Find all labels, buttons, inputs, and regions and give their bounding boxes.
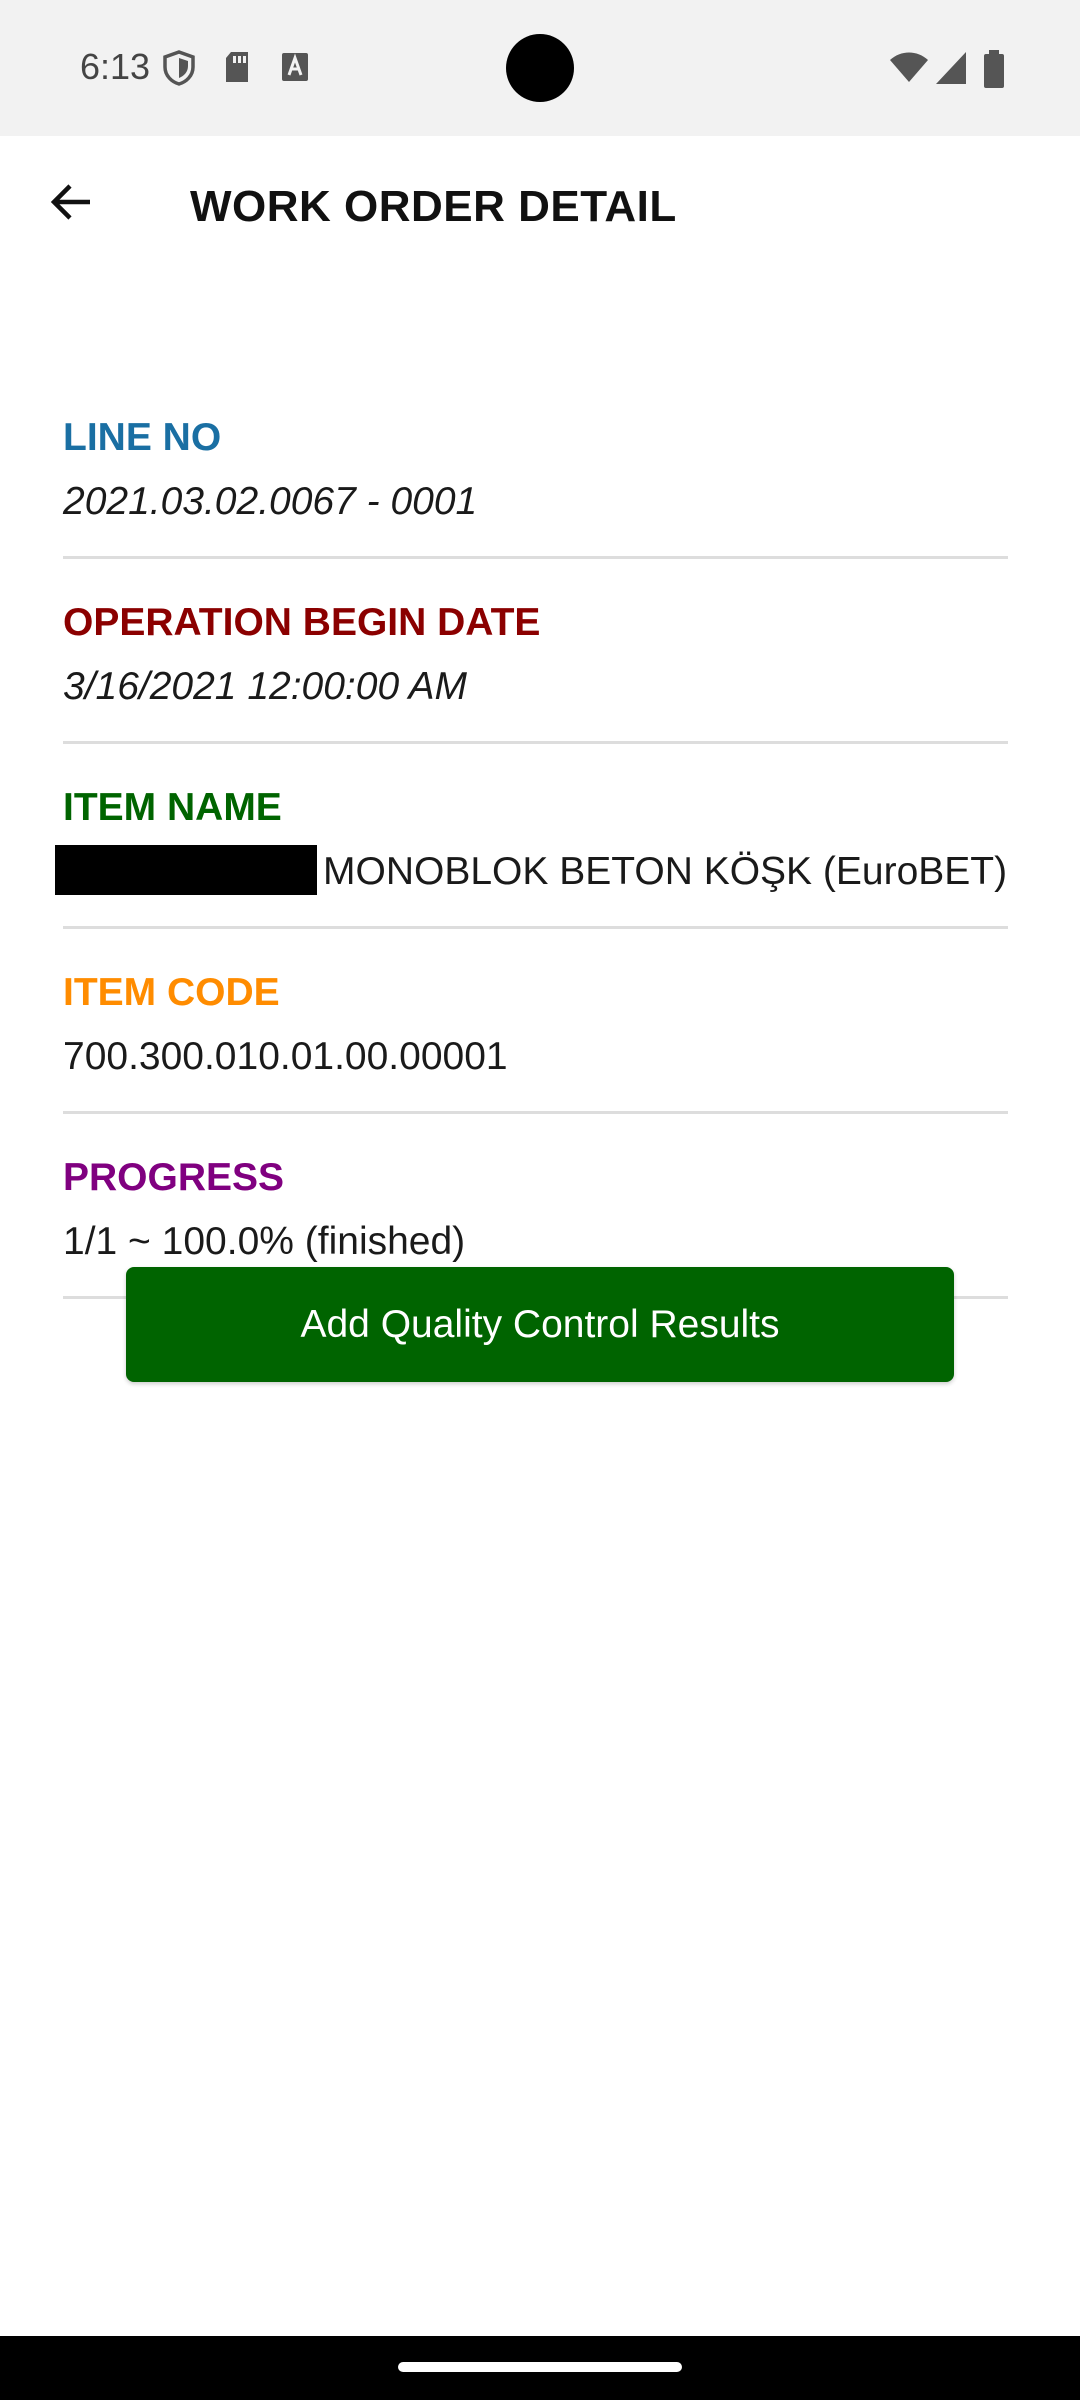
app-bar: WORK ORDER DETAIL [0,136,1080,284]
field-item-name: ITEM NAME MONOBLOK BETON KÖŞK (EuroBET) [55,772,1008,929]
field-line-no: LINE NO 2021.03.02.0067 - 0001 [63,402,1008,559]
redacted-block [55,844,317,895]
page-title: WORK ORDER DETAIL [190,182,677,231]
sd-card-icon [222,50,256,86]
home-gesture-handle[interactable] [398,2362,682,2372]
line-no-label: LINE NO [63,416,222,459]
status-bar: 6:13 [0,0,1080,136]
battery-icon [982,50,1006,88]
item-code-value: 700.300.010.01.00.00001 [63,1035,508,1078]
progress-value: 1/1 ~ 100.0% (finished) [63,1220,466,1263]
shield-icon [162,50,196,86]
navigation-bar [0,2336,1080,2400]
field-item-code: ITEM CODE 700.300.010.01.00.00001 [63,957,1008,1114]
item-name-row: MONOBLOK BETON KÖŞK (EuroBET) [55,844,1008,900]
status-time: 6:13 [80,46,151,87]
item-code-label: ITEM CODE [63,971,280,1014]
operation-begin-date-value: 3/16/2021 12:00:00 AM [63,665,468,708]
progress-label: PROGRESS [63,1156,285,1199]
line-no-value: 2021.03.02.0067 - 0001 [63,480,478,523]
item-name-value: MONOBLOK BETON KÖŞK (EuroBET) [323,850,1008,893]
wifi-icon [888,50,930,86]
signal-icon [934,50,968,86]
back-button[interactable] [36,168,108,240]
operation-begin-date-label: OPERATION BEGIN DATE [63,601,541,644]
field-operation-begin-date: OPERATION BEGIN DATE 3/16/2021 12:00:00 … [63,587,1008,744]
work-order-details: LINE NO 2021.03.02.0067 - 0001 OPERATION… [55,402,1008,1327]
camera-cutout [506,34,574,102]
keyboard-a-icon [280,50,314,86]
add-quality-control-results-button[interactable]: Add Quality Control Results [126,1267,954,1382]
arrow-back-icon [48,178,96,231]
item-name-label: ITEM NAME [63,786,282,829]
